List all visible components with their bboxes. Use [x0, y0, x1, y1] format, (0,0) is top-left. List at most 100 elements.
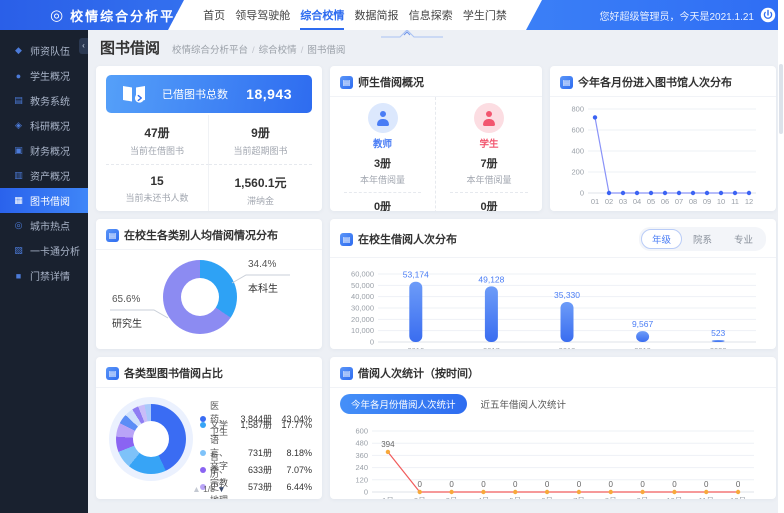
svg-text:0: 0: [672, 480, 677, 489]
sidebar-item-faculty[interactable]: ◆师资队伍: [0, 38, 88, 63]
stat-on-loan: 47册 当前在借图书: [106, 115, 209, 165]
svg-text:2019: 2019: [634, 346, 651, 349]
svg-text:07: 07: [675, 197, 683, 206]
svg-text:800: 800: [571, 105, 584, 114]
page-title: 图书借阅: [100, 37, 160, 58]
legend-row: 文学1,587册17.77%: [200, 416, 312, 433]
sidebar-item-assets[interactable]: ▥资产概况: [0, 163, 88, 188]
svg-text:394: 394: [381, 440, 395, 449]
legend-row: 语言、文字731册8.18%: [200, 433, 312, 450]
card-borrow-summary: 已借图书总数 18,943 47册 当前在借图书 9册 当前超期图书 15 当前…: [96, 66, 322, 211]
nav-item-home[interactable]: 首页: [203, 0, 225, 30]
legend-dot: [200, 416, 206, 422]
card-teacher-student: ▤ 师生借阅概况 教师 3册 本年借阅量 0册 本月借阅量 学生 7册 本年: [330, 66, 542, 211]
svg-text:0: 0: [640, 480, 645, 489]
legend-dot: [200, 422, 206, 428]
svg-text:03: 03: [619, 197, 627, 206]
pager-down-icon[interactable]: ▼: [217, 484, 225, 494]
total-borrowed-banner[interactable]: 已借图书总数 18,943: [106, 75, 312, 113]
postgrad-label: 研究生: [112, 315, 142, 330]
book-type-pie-chart: 医药、卫生3,844册43.04% 文学1,587册17.77% 语言、文字73…: [96, 388, 322, 499]
borrow-month-line-chart: 01202403604806001月2月3月4月5月6月7月8月9月10月11月…: [330, 416, 776, 499]
svg-text:20,000: 20,000: [351, 315, 374, 324]
entries-card-icon: ▤: [560, 76, 573, 89]
svg-text:60,000: 60,000: [351, 270, 374, 279]
tab-grade[interactable]: 年级: [641, 229, 682, 249]
teacher-student-card-icon: ▤: [340, 76, 353, 89]
borrow-time-card-icon: ▤: [340, 367, 353, 380]
nav-item-briefing[interactable]: 数据简报: [355, 0, 399, 30]
svg-text:3月: 3月: [446, 496, 458, 499]
svg-text:12: 12: [745, 197, 753, 206]
sidebar-item-finance[interactable]: ▣财务概况: [0, 138, 88, 163]
library-icon: ▦: [13, 195, 24, 206]
svg-text:04: 04: [633, 197, 641, 206]
pager-up-icon[interactable]: ▲: [192, 484, 200, 494]
scrollbar-thumb[interactable]: [779, 64, 783, 134]
svg-text:11月: 11月: [699, 496, 714, 499]
svg-text:2016: 2016: [407, 346, 424, 349]
user-greeting: 您好超级管理员，今天是2021.1.21: [600, 0, 755, 30]
svg-text:240: 240: [355, 463, 368, 472]
svg-text:0: 0: [513, 480, 518, 489]
nav-item-explore[interactable]: 信息探索: [409, 0, 453, 30]
borrow-year-bar-chart: 010,00020,00030,00040,00050,00060,000201…: [330, 258, 776, 349]
svg-text:0: 0: [545, 480, 550, 489]
nav-item-access[interactable]: 学生门禁: [463, 0, 507, 30]
door-access-icon: ■: [13, 271, 24, 281]
pager-page: 1/5: [203, 484, 215, 494]
svg-text:2017: 2017: [483, 346, 500, 349]
undergrad-label: 本科生: [248, 280, 278, 295]
svg-text:0: 0: [577, 480, 582, 489]
panel-collapse-decoration[interactable]: [380, 29, 444, 38]
sidebar-item-library[interactable]: ▦图书借阅: [0, 188, 88, 213]
svg-text:05: 05: [647, 197, 655, 206]
svg-text:10,000: 10,000: [351, 326, 374, 335]
sidebar-item-students[interactable]: ●学生概况: [0, 63, 88, 88]
sidebar-item-research[interactable]: ◈科研概况: [0, 113, 88, 138]
sidebar-item-hotspot[interactable]: ◎城市热点: [0, 213, 88, 238]
page-header: 图书借阅 校情综合分析平台/综合校情/图书借阅: [96, 37, 776, 63]
nav-item-campus[interactable]: 综合校情: [300, 0, 344, 30]
svg-text:0: 0: [704, 480, 709, 489]
tab-department[interactable]: 院系: [682, 229, 723, 249]
svg-text:0: 0: [370, 338, 374, 347]
monthly-stats-button[interactable]: 今年各月份借阅人次统计: [340, 394, 467, 414]
svg-text:2月: 2月: [414, 496, 426, 499]
breadcrumb-campus[interactable]: 综合校情: [259, 45, 297, 56]
hotspot-icon: ◎: [13, 220, 24, 231]
svg-text:50,000: 50,000: [351, 281, 374, 290]
svg-text:11: 11: [731, 197, 739, 206]
nav-item-cockpit[interactable]: 领导驾驶舱: [235, 0, 290, 30]
app-logo: ◎ 校情综合分析平台: [50, 0, 190, 30]
teacher-borrow-group: 教师 3册 本年借阅量 0册 本月借阅量: [330, 97, 436, 211]
academic-icon: ▤: [13, 95, 24, 106]
student-icon: ●: [13, 71, 24, 81]
legend-dot: [200, 467, 206, 473]
student-avatar-icon: [482, 111, 497, 126]
svg-text:0: 0: [481, 480, 486, 489]
breadcrumb: 校情综合分析平台/综合校情/图书借阅: [172, 42, 345, 56]
student-borrow-group: 学生 7册 本年借阅量 0册 本月借阅量: [436, 97, 542, 211]
svg-text:53,174: 53,174: [403, 270, 429, 280]
five-year-stats-button[interactable]: 近五年借阅人次统计: [481, 397, 567, 411]
svg-text:7月: 7月: [573, 496, 585, 499]
svg-text:2018: 2018: [559, 346, 576, 349]
svg-text:40,000: 40,000: [351, 292, 374, 301]
svg-text:0: 0: [364, 488, 368, 497]
sidebar-collapse-toggle[interactable]: ‹: [79, 38, 88, 54]
page-scrollbar[interactable]: [778, 0, 784, 513]
main-content: 图书借阅 校情综合分析平台/综合校情/图书借阅 已借图书总数 18,943 47…: [88, 30, 784, 513]
sidebar-item-onecard[interactable]: ▧一卡通分析: [0, 238, 88, 263]
svg-text:1月: 1月: [382, 496, 394, 499]
svg-text:10: 10: [717, 197, 725, 206]
tab-major[interactable]: 专业: [723, 229, 764, 249]
book-type-donut: [116, 404, 186, 474]
logout-power-icon[interactable]: [760, 7, 776, 23]
svg-text:9月: 9月: [637, 496, 649, 499]
svg-text:200: 200: [571, 168, 584, 177]
sidebar-item-academic[interactable]: ▤教务系统: [0, 88, 88, 113]
sidebar-item-door[interactable]: ■门禁详情: [0, 263, 88, 288]
breadcrumb-platform[interactable]: 校情综合分析平台: [172, 45, 248, 56]
app-title: 校情综合分析平台: [70, 6, 190, 25]
